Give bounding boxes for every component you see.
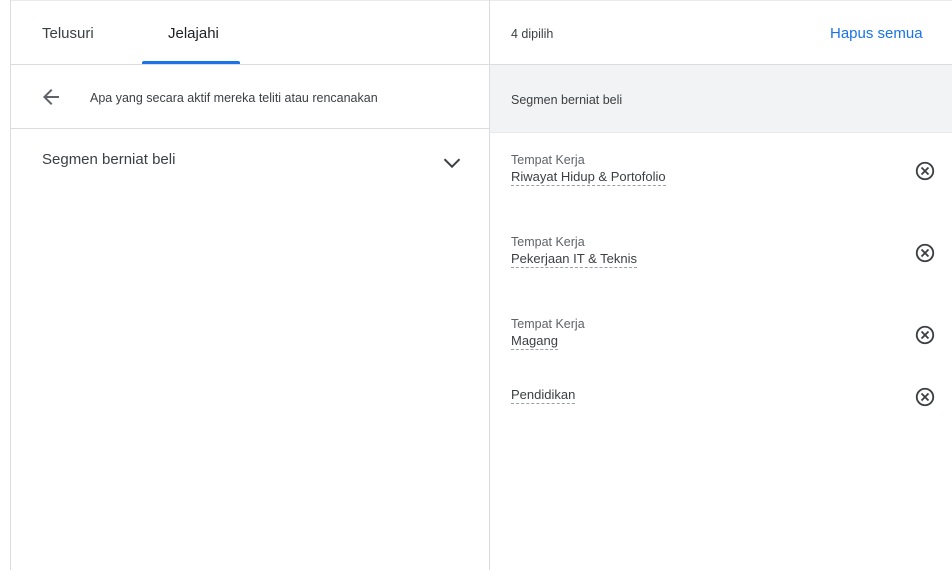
- selection-section-header: Segmen berniat beli: [490, 65, 952, 133]
- remove-circle-icon[interactable]: [914, 160, 936, 182]
- chevron-down-icon[interactable]: [440, 151, 464, 175]
- selected-item-parent: Tempat Kerja: [511, 153, 585, 167]
- section-title: Segmen berniat beli: [511, 93, 623, 107]
- active-tab-indicator: [142, 61, 240, 64]
- breadcrumb-label: Apa yang secara aktif mereka teliti atau…: [90, 91, 378, 105]
- selected-item-name: Magang: [511, 333, 558, 350]
- remove-circle-icon[interactable]: [914, 242, 936, 264]
- selected-item-name: Pekerjaan IT & Teknis: [511, 251, 637, 268]
- selected-item: Tempat Kerja Pekerjaan IT & Teknis: [490, 231, 952, 291]
- category-label: Segmen berniat beli: [42, 151, 176, 168]
- category-segmen-berniat-beli[interactable]: Segmen berniat beli: [11, 129, 489, 193]
- clear-all-button[interactable]: Hapus semua: [830, 1, 923, 67]
- browse-pane: Telusuri Jelajahi Apa yang secara aktif …: [11, 1, 489, 570]
- selected-item: Tempat Kerja Magang: [490, 313, 952, 373]
- tab-jelajahi[interactable]: Jelajahi: [168, 1, 219, 64]
- selected-item-parent: Tempat Kerja: [511, 317, 585, 331]
- selection-header: 4 dipilih Hapus semua: [490, 1, 952, 65]
- remove-circle-icon[interactable]: [914, 324, 936, 346]
- selected-count: 4 dipilih: [511, 27, 554, 41]
- breadcrumb: Apa yang secara aktif mereka teliti atau…: [11, 65, 489, 129]
- selection-pane: 4 dipilih Hapus semua Segmen berniat bel…: [490, 1, 952, 570]
- selected-item-name: Riwayat Hidup & Portofolio: [511, 169, 666, 186]
- arrow-left-icon[interactable]: [39, 85, 63, 109]
- selected-item-parent: Tempat Kerja: [511, 235, 585, 249]
- remove-circle-icon[interactable]: [914, 386, 936, 408]
- selected-item-name: Pendidikan: [511, 387, 576, 404]
- tab-bar: Telusuri Jelajahi: [11, 1, 489, 65]
- selected-item: Tempat Kerja Riwayat Hidup & Portofolio: [490, 149, 952, 209]
- tab-telusuri[interactable]: Telusuri: [42, 1, 94, 64]
- selected-item: Pendidikan: [490, 381, 952, 441]
- audience-segment-picker: Telusuri Jelajahi Apa yang secara aktif …: [0, 0, 952, 570]
